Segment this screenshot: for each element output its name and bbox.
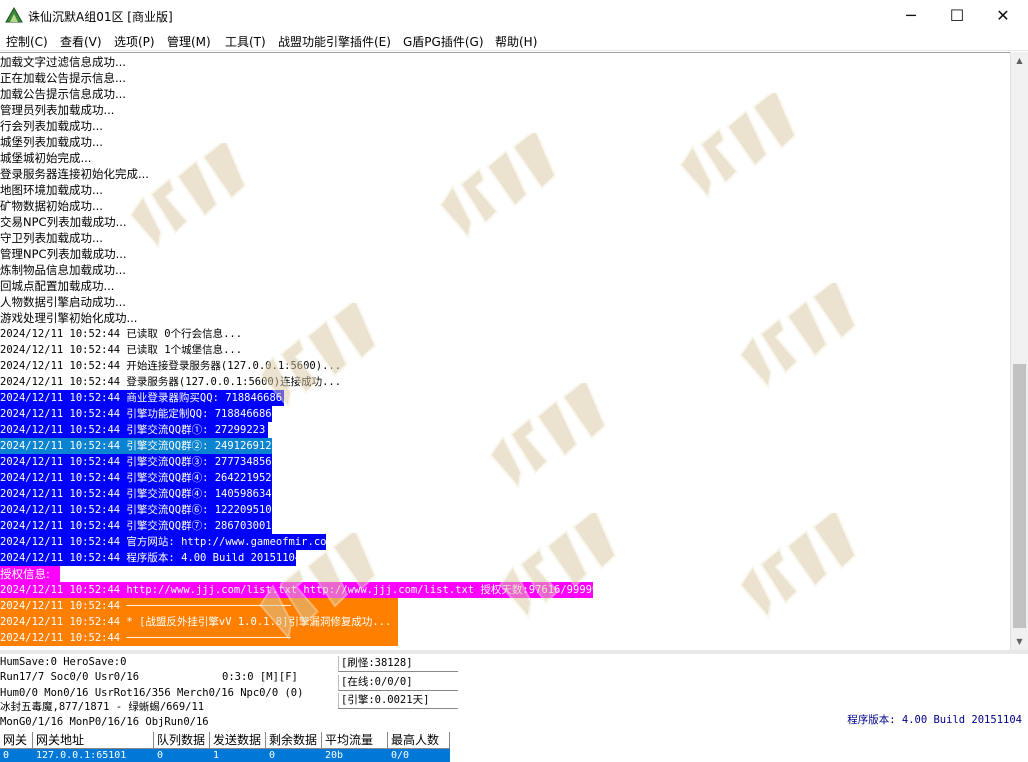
cell-max-users: 0/0 [391,750,410,761]
log-line: 守卫列表加载成功... [0,231,103,245]
run-status: Run17/7 Soc0/0 Usr0/16 [0,671,140,683]
cell-gate: 0 [3,750,10,761]
menu-gshield-plugin[interactable]: G盾PG插件(G) [403,33,484,50]
scroll-up-arrow-icon[interactable]: ▲ [1011,52,1028,69]
col-remaining-data[interactable]: 剩余数据 [266,732,322,749]
col-queue-data[interactable]: 队列数据 [154,732,210,749]
log-line: 人物数据引擎启动成功... [0,295,126,309]
watermark-logo-icon [739,283,857,390]
log-line: 2024/12/11 10:52:44 http://www.jjj.com/l… [0,582,593,598]
watermark-logo-icon [739,513,857,620]
menu-manage[interactable]: 管理(M) [167,33,211,50]
menu-control[interactable]: 控制(C) [6,33,48,50]
close-button[interactable]: ✕ [980,0,1026,30]
log-line: 管理员列表加载成功... [0,103,115,117]
log-line: 2024/12/11 10:52:44 引擎交流QQ群②: 249126912 [0,438,272,454]
refresh-monster-counter: [刷怪:38128] [338,656,458,672]
minimize-button[interactable]: ─ [888,0,934,30]
maximize-button[interactable]: ☐ [934,0,980,30]
col-avg-traffic[interactable]: 平均流量 [322,732,388,749]
watermark-logo-icon [439,133,557,240]
watermark-logo-icon [489,383,607,490]
log-line: 加载文字过滤信息成功... [0,55,126,69]
log-line: 2024/12/11 10:52:44 引擎交流QQ群①: 27299223 [0,422,268,438]
log-line: 授权信息: [0,566,60,582]
log-line: 交易NPC列表加载成功... [0,215,127,229]
menu-engine-plugin[interactable]: 战盟功能引擎插件(E) [278,33,391,50]
log-line: 2024/12/11 10:52:44 商业登录器购买QQ: 718846686 [0,390,284,406]
human-status: Hum0/0 Mon0/16 UsrRot16/356 Merch0/16 Np… [0,687,304,699]
log-line: 地图环境加载成功... [0,183,103,197]
watermark-logo-icon [679,93,797,200]
log-line: 2024/12/11 10:52:44 程序版本: 4.00 Build 201… [0,550,296,566]
log-line: 2024/12/11 10:52:44 引擎交流QQ群④: 264221952 [0,470,272,486]
log-line: 2024/12/11 10:52:44 ────────────────────… [0,630,398,646]
online-counter: [在线:0/0/0] [338,675,458,691]
log-line: 2024/12/11 10:52:44 引擎交流QQ群⑦: 286703001 [0,518,272,534]
log-line: 2024/12/11 10:52:44 登录服务器(127.0.0.1:5600… [0,376,342,388]
save-status: HumSave:0 HeroSave:0 [0,656,127,668]
menu-view[interactable]: 查看(V) [60,33,102,50]
time-status: 0:3:0 [M][F] [222,671,298,683]
log-line: 城堡城初始完成... [0,151,92,165]
log-line: 2024/12/11 10:52:44 已读取 0个行会信息... [0,328,243,340]
col-sent-data[interactable]: 发送数据 [210,732,266,749]
log-line: 正在加载公告提示信息... [0,71,126,85]
log-line: 2024/12/11 10:52:44 引擎交流QQ群⑥: 122209510 [0,502,272,518]
menu-tools[interactable]: 工具(T) [225,33,266,50]
watermark-logo-icon [499,513,617,620]
log-line: 炼制物品信息加载成功... [0,263,126,277]
log-line: 2024/12/11 10:52:44 开始连接登录服务器(127.0.0.1:… [0,360,342,372]
cell-queue-data: 0 [157,750,164,761]
log-line: 2024/12/11 10:52:44 已读取 1个城堡信息... [0,344,243,356]
log-line: 2024/12/11 10:52:44 引擎交流QQ群④: 140598634 [0,486,272,502]
cell-avg-traffic: 20b [325,750,344,761]
log-line: 游戏处理引擎初始化成功... [0,311,138,325]
log-output[interactable]: 加载文字过滤信息成功... 正在加载公告提示信息... 加载公告提示信息成功... 管… [0,52,1010,650]
log-line: 矿物数据初始成功... [0,199,103,213]
cell-remaining-data: 0 [269,750,276,761]
object-status: MonG0/1/16 MonP0/16/16 ObjRun0/16 [0,716,209,728]
menu-help[interactable]: 帮助(H) [495,33,537,50]
scroll-thumb[interactable] [1013,364,1026,628]
log-line: 行会列表加载成功... [0,119,103,133]
log-line: 2024/12/11 10:52:44 * [战盟反外挂引擎vV 1.0.1.8… [0,614,398,630]
log-line: 回城点配置加载成功... [0,279,115,293]
engine-uptime: [引擎:0.0021天] [338,693,458,709]
log-line: 城堡列表加载成功... [0,135,103,149]
app-logo-icon [5,6,23,23]
cell-gate-address: 127.0.0.1:65101 [36,750,127,761]
gate-table: 网关 网关地址 队列数据 发送数据 剩余数据 平均流量 最高人数 0 127.0… [0,732,1028,762]
col-max-users[interactable]: 最高人数 [388,732,450,749]
menu-options[interactable]: 选项(P) [114,33,155,50]
watermark-logo-icon [129,143,247,250]
log-line: 管理NPC列表加载成功... [0,247,127,261]
cell-sent-data: 1 [213,750,220,761]
col-gate-address[interactable]: 网关地址 [33,732,154,749]
menu-bar: 控制(C) 查看(V) 选项(P) 管理(M) 工具(T) 战盟功能引擎插件(E… [0,30,1028,51]
monster-status: 冰封五毒魔,877/1871 - 绿蜥蜴/669/11 [0,701,205,713]
log-line: 登录服务器连接初始化完成... [0,167,149,181]
col-gate[interactable]: 网关 [0,732,33,749]
log-line: 2024/12/11 10:52:44 引擎功能定制QQ: 718846686 [0,406,272,422]
log-scrollbar[interactable]: ▲ ▼ [1010,52,1028,650]
scroll-down-arrow-icon[interactable]: ▼ [1011,633,1028,650]
window-title: 诛仙沉默A组01区 [商业版] [28,10,173,24]
log-line: 加载公告提示信息成功... [0,87,126,101]
log-line: 2024/12/11 10:52:44 引擎交流QQ群③: 277734856 [0,454,272,470]
log-line: 2024/12/11 10:52:44 ────────────────────… [0,598,398,614]
status-panel: HumSave:0 HeroSave:0 Run17/7 Soc0/0 Usr0… [0,654,1028,732]
title-bar: 诛仙沉默A组01区 [商业版] ─ ☐ ✕ [0,0,1028,30]
log-line: 2024/12/11 10:52:44 官方网站: http://www.gam… [0,534,326,550]
program-version: 程序版本: 4.00 Build 20151104 [847,714,1022,726]
